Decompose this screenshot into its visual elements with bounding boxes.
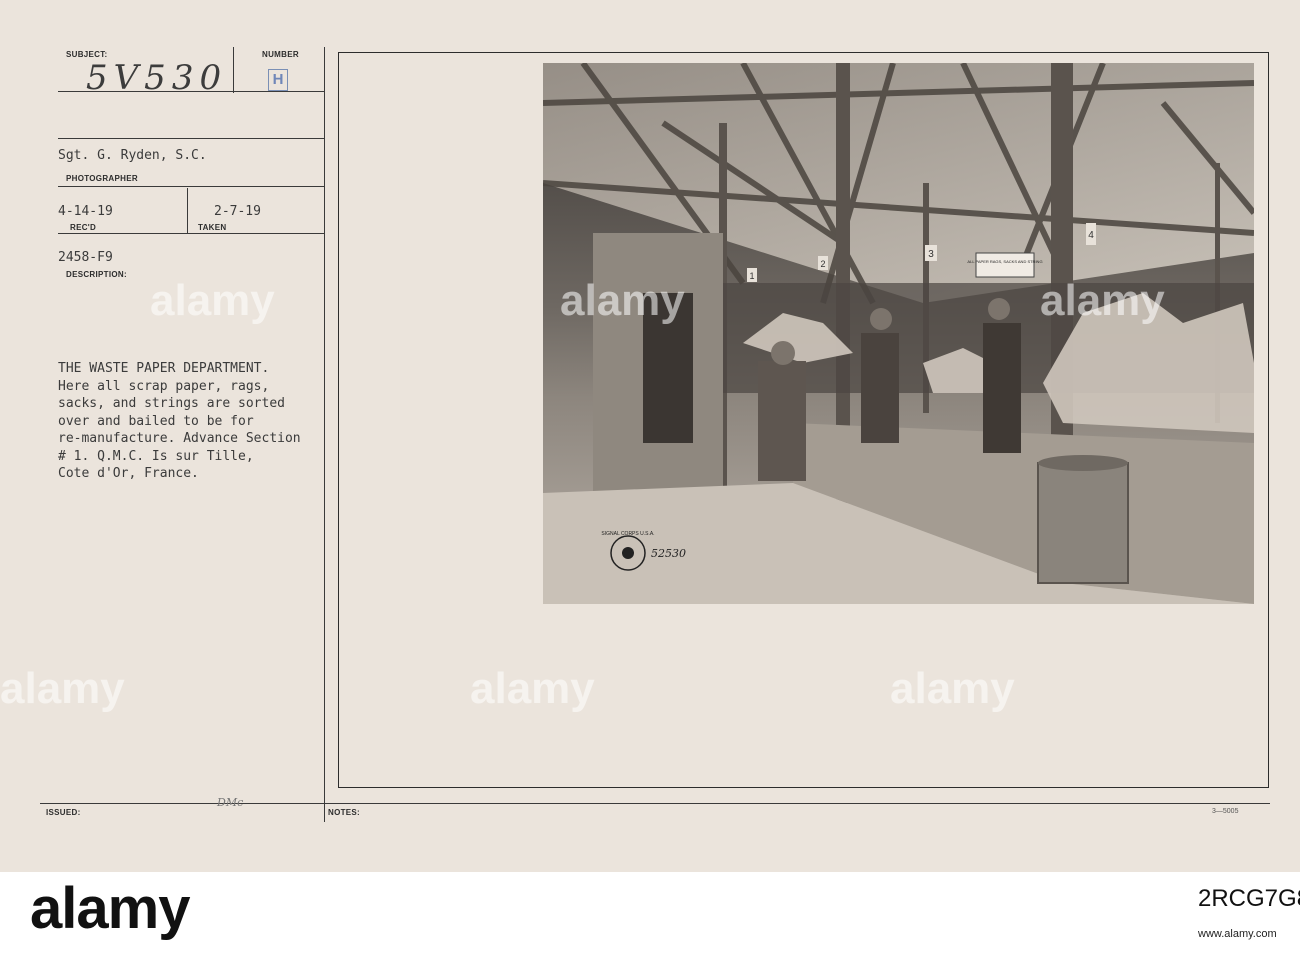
issued-label: ISSUED: — [46, 808, 81, 817]
card-column-divider — [324, 47, 325, 822]
received-date: 4-14-19 — [58, 204, 113, 219]
photo-stamp-number: 52530 — [651, 547, 686, 560]
alamy-logo: alamy — [30, 876, 190, 941]
taken-date: 2-7-19 — [214, 204, 261, 219]
image-id: 2RCG7G8 — [1198, 885, 1300, 912]
watermark-left-top: alamy — [150, 276, 275, 325]
taken-label: TAKEN — [198, 223, 227, 232]
signal-corps-stamp-text: SIGNAL CORPS U.S.A. — [601, 531, 654, 537]
photographer-value: Sgt. G. Ryden, S.C. — [58, 148, 207, 163]
sorting-sign-text: ALL PAPER RAGS, SACKS AND STRING — [967, 259, 1042, 264]
description-label: DESCRIPTION: — [66, 270, 127, 279]
subject-value: 5V530 — [86, 58, 228, 98]
footer-strip — [0, 872, 1300, 963]
sorting-sign — [975, 252, 1035, 278]
watermark-left-bottom: alamy — [0, 664, 125, 713]
bin-number-4-label: 4 — [1088, 230, 1094, 241]
issued-initials: DMc — [217, 796, 244, 809]
description-text: THE WASTE PAPER DEPARTMENT. Here all scr… — [58, 361, 301, 481]
watermark-center-bottom: alamy — [470, 664, 595, 713]
bin-number-3-label: 3 — [928, 249, 934, 260]
number-label: NUMBER — [262, 50, 299, 59]
notes-label: NOTES: — [328, 808, 361, 817]
watermark-right-top: alamy — [1040, 276, 1165, 325]
number-value: H — [268, 69, 288, 91]
file-code: 2458-F9 — [58, 250, 113, 265]
watermark-center-top: alamy — [560, 276, 685, 325]
archival-photograph: 1 2 3 4 ALL PAPER RAGS, SACKS AND STRING… — [543, 63, 1254, 604]
photographer-rule — [58, 186, 324, 187]
alamy-url[interactable]: www.alamy.com — [1198, 928, 1277, 940]
photographer-top-rule — [58, 138, 324, 139]
bin-number-2-label: 2 — [820, 259, 825, 269]
photographer-label: PHOTOGRAPHER — [66, 174, 138, 183]
trash-can-rim — [1038, 455, 1128, 471]
watermark-right-bottom: alamy — [890, 664, 1015, 713]
form-number: 3—5005 — [1212, 808, 1239, 815]
archive-card: SUBJECT: 5V530 NUMBER H Sgt. G. Ryden, S… — [0, 0, 1300, 872]
date-rule — [58, 233, 324, 234]
header-divider — [233, 47, 234, 93]
date-divider — [187, 188, 188, 233]
subject-rule — [58, 91, 324, 92]
trash-can — [1037, 462, 1129, 584]
signal-corps-stamp-center — [622, 547, 634, 559]
received-label: REC'D — [70, 223, 97, 232]
bin-number-1-label: 1 — [749, 271, 754, 281]
